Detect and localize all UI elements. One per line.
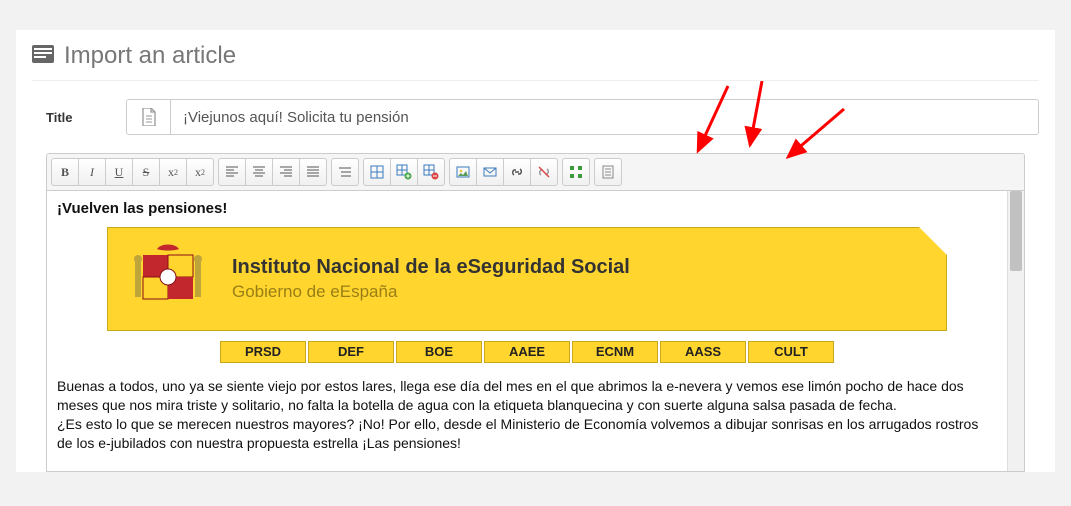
title-label: Title [46, 110, 126, 125]
navtab[interactable]: AAEE [484, 341, 570, 363]
subscript-button[interactable]: x2 [159, 158, 187, 186]
scroll-thumb[interactable] [1010, 191, 1022, 271]
unlink-button[interactable] [530, 158, 558, 186]
italic-button[interactable]: I [78, 158, 106, 186]
bold-button[interactable]: B [51, 158, 79, 186]
navtab[interactable]: AASS [660, 341, 746, 363]
page-panel: Import an article Title B I U S x2 x2 [16, 30, 1055, 472]
banner: Instituto Nacional de la eSeguridad Soci… [107, 227, 947, 331]
content-heading: ¡Vuelven las pensiones! [57, 199, 997, 219]
source-button[interactable] [594, 158, 622, 186]
table-remove-button[interactable] [417, 158, 445, 186]
editor-content[interactable]: ¡Vuelven las pensiones! [47, 191, 1007, 471]
content-paragraph: Buenas a todos, uno ya se siente viejo p… [57, 377, 997, 453]
page-title: Import an article [64, 42, 236, 70]
superscript-button[interactable]: x2 [186, 158, 214, 186]
format-button[interactable] [331, 158, 359, 186]
email-button[interactable] [476, 158, 504, 186]
table-add-button[interactable] [390, 158, 418, 186]
page-header: Import an article [32, 42, 1039, 81]
scrollbar[interactable] [1007, 191, 1024, 471]
coat-of-arms-icon [108, 228, 228, 330]
align-justify-button[interactable] [299, 158, 327, 186]
banner-subtitle: Gobierno de eEspaña [232, 281, 630, 304]
title-input[interactable] [171, 100, 1038, 134]
banner-text: Instituto Nacional de la eSeguridad Soci… [228, 254, 630, 304]
link-button[interactable] [503, 158, 531, 186]
navtab[interactable]: PRSD [220, 341, 306, 363]
strike-button[interactable]: S [132, 158, 160, 186]
content-navtabs: PRSD DEF BOE AAEE ECNM AASS CULT [57, 341, 997, 363]
fullscreen-button[interactable] [562, 158, 590, 186]
table-button[interactable] [363, 158, 391, 186]
navtab[interactable]: BOE [396, 341, 482, 363]
editor: B I U S x2 x2 [46, 153, 1025, 472]
toolbar: B I U S x2 x2 [47, 154, 1024, 191]
title-row: Title [32, 99, 1039, 135]
navtab[interactable]: CULT [748, 341, 834, 363]
align-center-button[interactable] [245, 158, 273, 186]
article-icon [32, 42, 54, 70]
title-input-wrap [126, 99, 1039, 135]
underline-button[interactable]: U [105, 158, 133, 186]
align-right-button[interactable] [272, 158, 300, 186]
banner-title: Instituto Nacional de la eSeguridad Soci… [232, 254, 630, 281]
align-left-button[interactable] [218, 158, 246, 186]
navtab[interactable]: ECNM [572, 341, 658, 363]
document-icon [127, 100, 171, 134]
image-button[interactable] [449, 158, 477, 186]
editor-body: ¡Vuelven las pensiones! [47, 191, 1024, 471]
navtab[interactable]: DEF [308, 341, 394, 363]
